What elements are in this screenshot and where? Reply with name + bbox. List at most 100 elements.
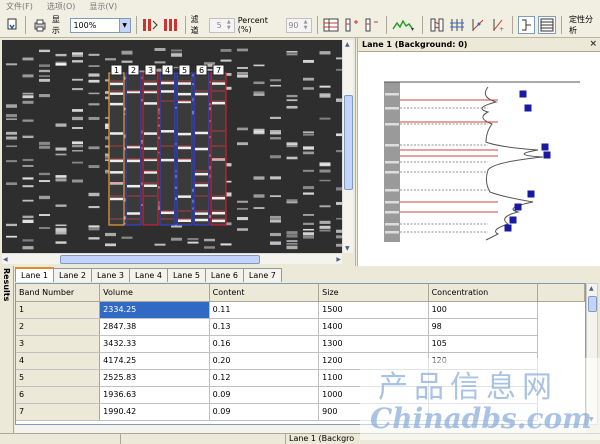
lane-profile-panel: Lane 1 (Background: 0) × (357, 38, 600, 266)
table-cell[interactable]: 100 (428, 301, 539, 319)
table-cell[interactable]: 0.20 (209, 352, 320, 370)
peak-marker (514, 203, 522, 211)
gel-band (22, 135, 34, 139)
menu-options[interactable]: 选项(O) (47, 1, 76, 12)
table-cell[interactable]: 1500 (318, 301, 429, 319)
column-header[interactable]: Band Number (16, 284, 101, 302)
scroll-thumb[interactable] (60, 255, 260, 264)
gel-band (303, 131, 314, 134)
table-cell[interactable]: 3432.33 (99, 335, 210, 353)
gel-band (178, 159, 191, 162)
row-header[interactable]: 2 (16, 318, 101, 336)
gel-vertical-scrollbar[interactable]: ▲ ▼ (342, 40, 353, 253)
calibrate-icon (472, 19, 484, 31)
table-cell[interactable]: 1300 (318, 335, 429, 353)
table-cell[interactable]: 1990.42 (99, 403, 210, 421)
column-header[interactable]: Content (209, 284, 320, 302)
gel-band (220, 49, 232, 52)
strip-band (385, 223, 399, 226)
row-header[interactable]: 3 (16, 335, 101, 353)
menu-view[interactable]: 显示(V) (89, 1, 117, 12)
gel-band (237, 67, 248, 69)
tab-lane-1[interactable]: Lane 1 (15, 267, 54, 282)
table-cell[interactable]: 0.16 (209, 335, 320, 353)
band-detect-button[interactable] (323, 16, 340, 34)
gel-band (187, 237, 199, 241)
strip-band (385, 231, 399, 234)
band-remove-button[interactable] (363, 16, 380, 34)
results-side-tab[interactable]: Results (0, 266, 14, 436)
scroll-thumb[interactable] (344, 95, 353, 190)
scroll-thumb[interactable] (588, 296, 597, 312)
table-row[interactable]: 2 2847.38 0.13 1400 98 (16, 318, 585, 336)
strip-band (385, 107, 399, 110)
lane-tool-button[interactable] (142, 16, 159, 34)
menu-file[interactable]: 文件(F) (6, 1, 33, 12)
tab-lane-6[interactable]: Lane 6 (204, 268, 244, 282)
table-cell[interactable]: 0.12 (209, 369, 320, 387)
filter-spinner[interactable]: 5 ▲ ▼ (209, 17, 235, 33)
gel-band (6, 104, 17, 108)
gel-band (88, 237, 100, 240)
row-header[interactable]: 7 (16, 403, 101, 421)
row-header[interactable]: 4 (16, 352, 101, 370)
band-grid-icon (323, 18, 339, 32)
percent-spinner[interactable]: 90 ▲ ▼ (285, 17, 312, 33)
print-button[interactable] (31, 16, 48, 34)
gel-band (22, 74, 34, 78)
table-cell[interactable]: 4174.25 (99, 352, 210, 370)
table-row[interactable]: 1 2334.25 0.11 1500 100 (16, 301, 585, 319)
table-cell[interactable]: 98 (428, 318, 539, 336)
gel-image[interactable]: 1 2 3 4 5 6 7 (2, 40, 342, 253)
mw-calibrate-button[interactable] (469, 16, 486, 34)
table-cell[interactable]: 1400 (318, 318, 429, 336)
tab-lane-4[interactable]: Lane 4 (128, 268, 168, 282)
gel-band (22, 57, 34, 61)
column-header[interactable]: Size (318, 284, 429, 302)
gel-band (121, 60, 133, 63)
table-row[interactable]: 3 3432.33 0.16 1300 105 (16, 335, 585, 353)
table-cell[interactable]: 0.09 (209, 403, 320, 421)
gel-band (161, 81, 174, 85)
table-cell[interactable]: 2525.83 (99, 369, 210, 387)
gel-horizontal-scrollbar[interactable]: ◀ ▶ (2, 253, 342, 264)
close-icon[interactable]: × (589, 39, 597, 49)
row-header[interactable]: 6 (16, 386, 101, 404)
tab-lane-7[interactable]: Lane 7 (242, 268, 282, 282)
qualitative-analysis-button[interactable]: 定性分析 (569, 14, 600, 36)
gel-band (39, 195, 50, 200)
tab-lane-2[interactable]: Lane 2 (52, 268, 92, 282)
lane-edit-button[interactable] (162, 16, 179, 34)
export-button[interactable] (3, 16, 20, 34)
table-cell[interactable]: 2334.25 (99, 301, 210, 319)
strip-band (385, 93, 399, 96)
zoom-select[interactable]: 100% ▼ (70, 17, 131, 33)
table-cell[interactable]: 0.13 (209, 318, 320, 336)
table-cell[interactable]: 0.11 (209, 301, 320, 319)
table-cell[interactable]: 0.09 (209, 386, 320, 404)
column-header[interactable]: Volume (99, 284, 210, 302)
band-match-button[interactable] (449, 16, 466, 34)
gel-band (39, 69, 50, 73)
column-header[interactable]: Concentration (428, 284, 539, 302)
view-toggle-button[interactable] (517, 16, 536, 34)
profile-button[interactable]: ▾ (392, 16, 417, 34)
row-header[interactable]: 1 (16, 301, 101, 319)
table-cell[interactable]: 105 (428, 335, 539, 353)
lane-profile-chart[interactable] (358, 52, 600, 266)
row-header[interactable]: 5 (16, 369, 101, 387)
table-cell[interactable]: 1936.63 (99, 386, 210, 404)
gel-band (6, 63, 17, 66)
band-add-button[interactable] (343, 16, 360, 34)
table-cell[interactable]: 2847.38 (99, 318, 210, 336)
table-view-button[interactable] (538, 16, 556, 34)
lane-match-button[interactable] (428, 16, 445, 34)
gel-band (270, 215, 281, 219)
gel-band (110, 159, 123, 163)
gel-band (303, 214, 314, 216)
gel-band (270, 155, 281, 159)
status-lane: Lane 1 (Backgro (285, 434, 360, 444)
tab-lane-3[interactable]: Lane 3 (90, 268, 130, 282)
tab-lane-5[interactable]: Lane 5 (166, 268, 206, 282)
mw-marker-button[interactable]: + (489, 16, 506, 34)
